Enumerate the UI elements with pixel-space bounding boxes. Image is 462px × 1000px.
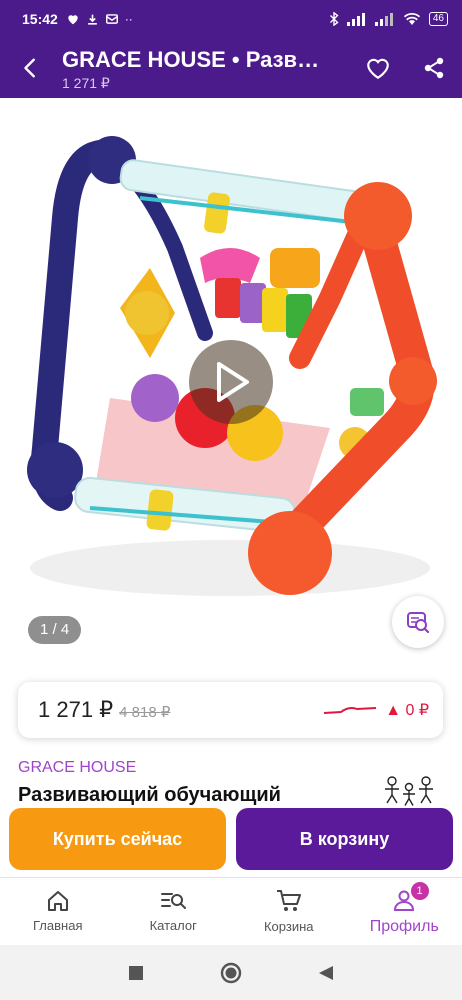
age-group-icon	[385, 776, 433, 806]
catalog-search-icon	[161, 893, 187, 909]
image-search-icon	[407, 612, 430, 634]
status-notification-icons: ··	[66, 12, 133, 26]
status-time: 15:42	[22, 11, 58, 27]
nav-label-cart: Корзина	[263, 919, 314, 934]
nav-label-profile: Профиль	[369, 917, 439, 935]
wifi-icon	[403, 12, 420, 25]
visual-search-button[interactable]	[392, 596, 444, 648]
purchase-actions: Купить сейчас В корзину	[0, 808, 462, 870]
back-system-button[interactable]	[318, 965, 334, 981]
buy-now-button[interactable]: Купить сейчас	[9, 808, 226, 870]
back-arrow-icon	[24, 58, 35, 78]
recent-apps-button[interactable]	[128, 965, 144, 981]
bottom-navigation: Главная Каталог Корзина 1 Профиль	[0, 877, 462, 945]
home-system-button[interactable]	[220, 962, 242, 984]
app-bar-titles: GRACE HOUSE • Развивающий обучающий 1 27…	[62, 45, 350, 92]
price-history-sparkline-icon	[324, 707, 377, 714]
nav-label-home: Главная	[33, 918, 83, 933]
brand-link[interactable]: GRACE HOUSE	[18, 759, 136, 777]
page-subtitle-price: 1 271 ₽	[62, 74, 110, 91]
favorite-button[interactable]	[350, 38, 406, 98]
page-title: GRACE HOUSE • Развивающий обучающий	[62, 46, 322, 72]
home-icon	[47, 891, 68, 911]
more-notifications-icon: ··	[124, 12, 133, 26]
play-video-button[interactable]	[189, 340, 273, 424]
download-notification-icon	[87, 14, 97, 25]
share-button[interactable]	[406, 38, 462, 98]
cart-icon	[276, 890, 301, 911]
share-icon	[424, 57, 444, 79]
bluetooth-icon	[329, 12, 339, 26]
system-navigation-bar	[0, 945, 462, 1000]
heart-icon	[367, 58, 389, 80]
product-gallery[interactable]: 1 / 4	[0, 98, 462, 660]
product-title: Развивающий обучающий	[18, 784, 281, 806]
nav-item-profile[interactable]: 1 Профиль	[347, 878, 462, 945]
old-price: 4 818 ₽	[119, 704, 171, 721]
heart-notification-icon	[68, 15, 78, 25]
signal-2-icon	[374, 12, 393, 26]
mail-notification-icon	[105, 14, 118, 24]
profile-notification-badge: 1	[410, 882, 429, 900]
nav-item-home[interactable]: Главная	[0, 878, 116, 945]
current-price: 1 271 ₽	[38, 697, 114, 722]
nav-item-catalog[interactable]: Каталог	[116, 878, 232, 945]
status-bar: 15:42 ·· 46	[0, 0, 462, 38]
play-icon	[217, 362, 249, 402]
app-bar: GRACE HOUSE • Развивающий обучающий 1 27…	[0, 38, 462, 98]
price-card[interactable]: 1 271 ₽ 4 818 ₽ ▲ 0 ₽	[18, 682, 443, 738]
nav-label-catalog: Каталог	[149, 918, 197, 933]
gallery-counter: 1 / 4	[28, 616, 82, 644]
signal-icon	[346, 12, 365, 26]
price-trend[interactable]: ▲ 0 ₽	[323, 700, 429, 720]
back-button[interactable]	[0, 38, 62, 98]
add-to-cart-button[interactable]: В корзину	[236, 808, 453, 870]
battery-icon: 46	[428, 12, 448, 26]
nav-item-cart[interactable]: Корзина	[231, 878, 347, 945]
price-change: ▲ 0 ₽	[385, 702, 429, 719]
